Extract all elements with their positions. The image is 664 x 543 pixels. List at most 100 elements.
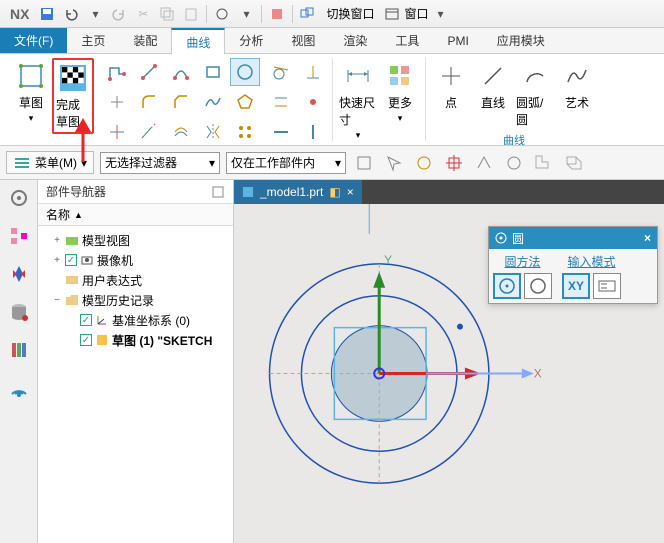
circle-dialog[interactable]: 圆 × 圆方法 输入模式 XY xyxy=(488,226,658,304)
line-icon[interactable] xyxy=(134,58,164,86)
sel-tool-8-icon[interactable] xyxy=(563,152,585,174)
line-button[interactable]: 直线 xyxy=(472,58,514,113)
menu-button[interactable]: 菜单(M) ▾ xyxy=(6,151,94,174)
chamfer-icon[interactable] xyxy=(166,88,196,116)
vertical-icon[interactable] xyxy=(298,118,328,146)
quick-dim-button[interactable]: 快速尺寸 ▾ xyxy=(337,58,379,143)
sel-tool-6-icon[interactable] xyxy=(503,152,525,174)
save-icon[interactable] xyxy=(36,3,58,25)
tree-row[interactable]: ✓基准坐标系 (0) xyxy=(42,310,229,330)
circle-tool-icon[interactable] xyxy=(211,3,233,25)
tree-row[interactable]: +✓摄像机 xyxy=(42,250,229,270)
tab-file[interactable]: 文件(F) xyxy=(0,28,67,53)
finish-sketch-button[interactable]: 完成草图 xyxy=(52,58,94,134)
sel-tool-4-icon[interactable] xyxy=(443,152,465,174)
close-icon[interactable]: × xyxy=(644,231,651,245)
tree-row[interactable]: ✓草图 (1) "SKETCH xyxy=(42,330,229,350)
tab-app[interactable]: 应用模块 xyxy=(483,28,559,53)
tab-home[interactable]: 主页 xyxy=(67,28,119,53)
close-tab-icon[interactable]: × xyxy=(347,185,354,199)
pin-icon[interactable] xyxy=(211,185,225,199)
center-radius-option[interactable] xyxy=(493,273,521,299)
param-mode-option[interactable] xyxy=(593,273,621,299)
redo-icon[interactable] xyxy=(108,3,130,25)
horizontal-icon[interactable] xyxy=(266,118,296,146)
tab-analyze[interactable]: 分析 xyxy=(225,28,277,53)
coincident-icon[interactable] xyxy=(298,88,328,116)
art-spline-button[interactable]: 艺术 xyxy=(556,58,598,113)
nav-column-header[interactable]: 名称 ▲ xyxy=(38,204,233,226)
edit-icon[interactable] xyxy=(266,3,288,25)
library-icon[interactable] xyxy=(7,338,31,362)
tab-curve[interactable]: 曲线 xyxy=(171,28,225,54)
sel-tool-5-icon[interactable] xyxy=(473,152,495,174)
arc-circle-button[interactable]: 圆弧/圆 xyxy=(514,58,556,130)
doc-icon xyxy=(242,186,254,198)
arc-icon[interactable] xyxy=(166,58,196,86)
checkbox[interactable]: ✓ xyxy=(80,334,92,346)
expand-icon[interactable]: + xyxy=(52,235,62,246)
wifi-icon[interactable] xyxy=(7,376,31,400)
filter-combo[interactable]: 无选择过滤器▾ xyxy=(100,152,220,174)
rectangle-icon[interactable] xyxy=(198,58,228,86)
three-point-option[interactable] xyxy=(524,273,552,299)
sel-tool-1-icon[interactable] xyxy=(353,152,375,174)
sketch-button[interactable]: 草图 ▾ xyxy=(10,58,52,126)
tab-pmi[interactable]: PMI xyxy=(433,28,482,53)
pattern-icon[interactable] xyxy=(230,118,260,146)
copy-icon[interactable] xyxy=(156,3,178,25)
sel-tool-2-icon[interactable] xyxy=(383,152,405,174)
undo-icon[interactable] xyxy=(60,3,82,25)
collapse-icon[interactable]: − xyxy=(52,295,62,306)
point-icon[interactable] xyxy=(102,88,132,116)
sel-tool-7-icon[interactable] xyxy=(533,152,555,174)
circle-dropdown-icon[interactable]: ▾ xyxy=(235,3,257,25)
offset-icon[interactable] xyxy=(166,118,196,146)
checkbox[interactable]: ✓ xyxy=(80,314,92,326)
chevron-down-icon: ▾ xyxy=(335,156,341,170)
doc-tab[interactable]: _model1.prt ◧ × xyxy=(234,180,362,204)
polygon-icon[interactable] xyxy=(230,88,260,116)
scope-combo[interactable]: 仅在工作部件内▾ xyxy=(226,152,346,174)
expand-icon[interactable]: + xyxy=(52,255,62,266)
viewport[interactable]: Y X 圆 × 圆方 xyxy=(234,204,664,543)
cut-icon[interactable]: ✂ xyxy=(132,3,154,25)
paste-icon[interactable] xyxy=(180,3,202,25)
tree-row[interactable]: +模型视图 xyxy=(42,230,229,250)
switch-window-icon[interactable] xyxy=(297,3,319,25)
tree-row[interactable]: 用户表达式 xyxy=(42,270,229,290)
settings-icon[interactable] xyxy=(7,186,31,210)
more-button[interactable]: 更多 ▾ xyxy=(379,58,421,126)
mirror-icon[interactable] xyxy=(198,118,228,146)
window-icon[interactable] xyxy=(381,3,403,25)
fillet-icon[interactable] xyxy=(134,88,164,116)
nav-tree-icon[interactable] xyxy=(7,224,31,248)
tangent-icon[interactable] xyxy=(266,58,296,86)
circle-icon[interactable] xyxy=(230,58,260,86)
tab-label: 分析 xyxy=(239,32,263,49)
trim-icon[interactable] xyxy=(102,118,132,146)
tab-assemble[interactable]: 装配 xyxy=(119,28,171,53)
point-button[interactable]: 点 xyxy=(430,58,472,113)
tab-view[interactable]: 视图 xyxy=(277,28,329,53)
window-dropdown-icon[interactable]: ▾ xyxy=(429,3,451,25)
tree-row[interactable]: −模型历史记录 xyxy=(42,290,229,310)
tab-render[interactable]: 渲染 xyxy=(329,28,381,53)
dialog-titlebar[interactable]: 圆 × xyxy=(489,227,657,249)
sel-tool-3-icon[interactable] xyxy=(413,152,435,174)
checkbox[interactable]: ✓ xyxy=(65,254,77,266)
window-menu-label[interactable]: 窗口 xyxy=(404,5,428,22)
profile-icon[interactable] xyxy=(102,58,132,86)
extend-icon[interactable] xyxy=(134,118,164,146)
xy-mode-option[interactable]: XY xyxy=(562,273,590,299)
curve-group-label[interactable]: 曲线 xyxy=(503,130,525,146)
tab-tool[interactable]: 工具 xyxy=(381,28,433,53)
undo-dropdown-icon[interactable]: ▾ xyxy=(84,3,106,25)
switch-window-label[interactable]: 切换窗口 xyxy=(320,5,380,22)
db-icon[interactable] xyxy=(7,300,31,324)
document-tabs: _model1.prt ◧ × xyxy=(234,180,664,204)
spline-icon[interactable] xyxy=(198,88,228,116)
parallel-icon[interactable] xyxy=(266,88,296,116)
perpendicular-icon[interactable] xyxy=(298,58,328,86)
constraint-nav-icon[interactable] xyxy=(7,262,31,286)
